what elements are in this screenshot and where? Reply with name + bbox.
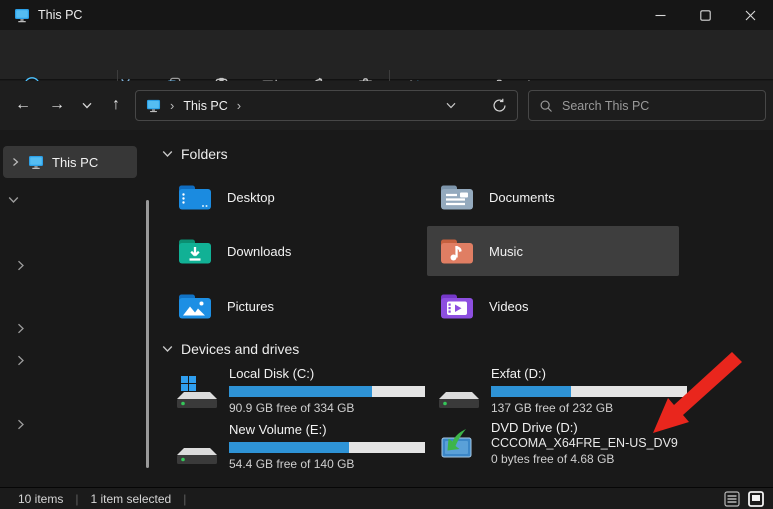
folder-label: Desktop [227,189,275,205]
drive-name: New Volume (E:) [229,422,327,437]
tree-expand-chevron[interactable] [17,419,25,430]
dvd-volume-label: CCCOMA_X64FRE_EN-US_DV9 [491,436,678,450]
folder-tile-pictures[interactable]: Pictures [165,281,417,331]
folder-tile-videos[interactable]: Videos [427,281,679,331]
navigation-bar: ← → ↑ › This PC › [0,81,773,130]
folder-label: Videos [489,298,529,314]
dvd-drive-icon [439,428,475,460]
pictures-folder-icon [179,294,211,319]
capacity-bar-fill [491,386,572,397]
section-title: Devices and drives [181,341,300,357]
capacity-bar-fill [229,386,373,397]
status-bar: 10 items | 1 item selected | [0,487,773,509]
selection-count: 1 item selected [90,491,172,506]
capacity-bar-fill [229,442,349,453]
chevron-down-icon [162,151,173,157]
folders-section-header[interactable]: Folders [162,146,228,162]
item-count: 10 items [18,491,64,506]
minimize-button[interactable] [638,0,683,30]
large-icons-view-button[interactable] [747,490,765,508]
sidebar-item-this-pc[interactable]: This PC [3,146,137,178]
music-folder-icon [441,239,473,264]
content-area: Folders Desktop Documents Downloads Musi… [152,130,773,487]
folder-label: Documents [489,189,555,205]
details-view-icon [724,491,740,507]
breadcrumb-chevron-icon: › [170,98,175,113]
drives-section-header[interactable]: Devices and drives [162,341,299,357]
tree-expand-chevron[interactable] [17,323,25,334]
recent-locations-button[interactable] [72,90,102,120]
tree-expand-chevron[interactable] [17,260,25,271]
forward-arrow-icon: → [49,96,65,113]
folder-label: Music [489,243,523,259]
status-divider: | [183,491,187,506]
downloads-folder-icon [179,239,211,264]
capacity-bar [229,386,425,397]
this-pc-icon [14,7,30,23]
folder-tile-downloads[interactable]: Downloads [165,226,417,276]
folder-label: Downloads [227,243,292,259]
breadcrumb-this-pc[interactable]: This PC [183,99,227,113]
drive-tile-local-disk-c[interactable]: Local Disk (C:) 90.9 GB free of 334 GB [165,364,425,416]
refresh-icon [493,98,506,112]
folder-tile-documents[interactable]: Documents [427,172,679,222]
sidebar-item-label: This PC [52,154,99,170]
command-bar: New Sort [0,30,773,98]
close-button[interactable] [728,0,773,30]
section-title: Folders [181,146,228,162]
search-box [528,90,766,121]
this-pc-icon [28,155,44,170]
chevron-down-icon [162,346,173,352]
documents-folder-icon [441,185,473,210]
chevron-right-icon [13,158,19,166]
folder-label: Pictures [227,298,274,314]
up-arrow-icon: ↑ [112,96,120,113]
this-pc-icon [146,99,161,113]
drive-free-space: 54.4 GB free of 140 GB [229,457,355,471]
folder-tile-music[interactable]: Music [427,226,679,276]
breadcrumb-chevron-icon[interactable]: › [237,98,241,113]
address-dropdown-button[interactable] [446,102,456,109]
folder-tile-desktop[interactable]: Desktop [165,172,417,222]
drive-tile-dvd-d[interactable]: DVD Drive (D:) CCCOMA_X64FRE_EN-US_DV9 0… [427,418,682,470]
explorer-body: This PC Folders Desktop Documents Downlo… [0,130,773,487]
refresh-button[interactable] [492,98,507,113]
drive-name: DVD Drive (D:) [491,420,578,435]
drive-free-space: 137 GB free of 232 GB [491,401,614,415]
maximize-button[interactable] [683,0,728,30]
system-drive-icon [171,372,219,410]
hard-drive-icon [433,372,481,410]
hard-drive-icon [171,428,219,466]
drive-tile-exfat-d[interactable]: Exfat (D:) 137 GB free of 232 GB [427,364,687,416]
address-bar[interactable]: › This PC › [135,90,518,121]
up-button[interactable]: ↑ [101,90,131,120]
details-view-button[interactable] [723,490,741,508]
back-arrow-icon: ← [15,96,31,113]
sidebar-scrollbar[interactable] [146,200,149,468]
drive-name: Local Disk (C:) [229,366,315,381]
drive-free-space: 0 bytes free of 4.68 GB [491,452,615,466]
forward-button[interactable]: → [42,90,72,120]
titlebar: This PC [0,0,773,30]
large-icons-view-icon [748,491,764,507]
window-title: This PC [38,8,83,22]
chevron-down-icon [82,102,92,108]
status-divider: | [75,491,79,506]
back-button[interactable]: ← [8,90,38,120]
file-explorer-window: This PC New [0,0,773,509]
tree-expand-chevron[interactable] [17,355,25,366]
tree-collapse-chevron[interactable] [8,196,19,204]
drive-tile-new-volume-e[interactable]: New Volume (E:) 54.4 GB free of 140 GB [165,420,425,472]
search-icon [539,99,553,113]
drive-free-space: 90.9 GB free of 334 GB [229,401,355,415]
capacity-bar [229,442,425,453]
videos-folder-icon [441,294,473,319]
capacity-bar [491,386,687,397]
desktop-folder-icon [179,185,211,210]
sidebar: This PC [0,130,152,487]
search-input[interactable] [562,98,755,113]
drive-name: Exfat (D:) [491,366,546,381]
